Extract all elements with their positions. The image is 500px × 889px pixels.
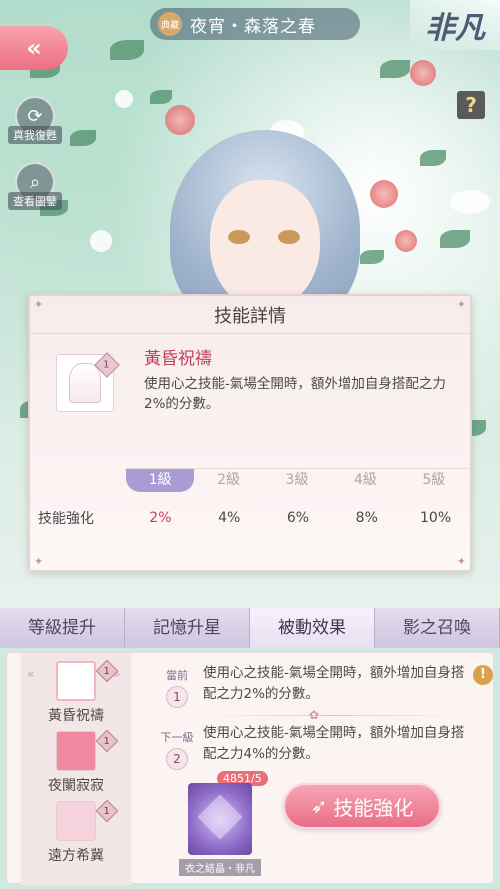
material-name: 衣之結晶・非凡 [179, 859, 261, 876]
next-effect-text: 使用心之技能-氣場全開時，額外增加自身搭配之力4%的分數。 [203, 725, 465, 762]
awaken-label: 真我復甦 [8, 126, 62, 144]
awaken-button[interactable]: ⟳ 真我復甦 [8, 96, 62, 144]
level-5-header: 5級 [422, 472, 446, 488]
level-1-value: 2% [149, 510, 172, 526]
back-button[interactable]: « [0, 26, 68, 70]
level-2-header: 2級 [217, 472, 241, 488]
arrow-up-icon: ➶ [310, 794, 328, 818]
current-level-tag: 當前 1 [157, 667, 197, 708]
flower-ornament-icon: ✿ [309, 708, 320, 722]
skill-item-distant-hope[interactable]: 1 遠方希冀 [21, 799, 131, 865]
rarity-label: 非凡 [410, 0, 500, 50]
collection-tag: 典藏 [158, 12, 182, 36]
skill-level-badge: 1 [95, 799, 119, 823]
level-4-value: 8% [355, 510, 378, 526]
tab-passive-effect[interactable]: 被動效果 [250, 608, 375, 648]
gown-icon [69, 363, 101, 403]
skill-description: 使用心之技能-氣場全開時，額外增加自身搭配之力2%的分數。 [144, 376, 446, 412]
popup-title-bar: ✦ 技能詳情 ✦ [30, 296, 470, 334]
outfit-title-bar: 典藏 夜宵・森落之春 [150, 8, 360, 40]
enhance-button-label: 技能強化 [333, 795, 414, 820]
gallery-button[interactable]: ⌕ 查看圖鑒 [8, 162, 62, 210]
skill-item-dusk-prayer[interactable]: 1 黃昏祝禱 [21, 659, 131, 725]
shoes-icon [56, 801, 96, 841]
level-1-header: 1級 [126, 469, 195, 492]
tab-level-up[interactable]: 等級提升 [0, 608, 125, 648]
material-item[interactable]: 4851/5 衣之結晶・非凡 [179, 771, 268, 877]
current-effect-text: 使用心之技能-氣場全開時，額外增加自身搭配之力2%的分數。 [203, 665, 465, 702]
tab-shadow-summon[interactable]: 影之召喚 [375, 608, 500, 648]
help-button[interactable]: ? [457, 91, 485, 119]
passive-effect-panel: « » 1 黃昏祝禱 1 夜闌寂寂 1 遠方希冀 當前 1 使用心之技能-氣場全… [6, 652, 494, 885]
tab-memory-star[interactable]: 記憶升星 [125, 608, 250, 648]
skill-level-badge: 1 [95, 659, 119, 683]
crystal-icon [188, 783, 252, 855]
skill-detail-popup: ✦ 技能詳情 ✦ 1 黃昏祝禱 使用心之技能-氣場全開時，額外增加自身搭配之力2… [28, 294, 472, 572]
skill-item-label: 夜闌寂寂 [48, 778, 104, 794]
level-3-header: 3級 [285, 472, 309, 488]
double-chevron-left-icon: « [26, 34, 42, 62]
level-5-value: 10% [420, 510, 452, 526]
current-level-number: 1 [166, 686, 188, 708]
level-4-header: 4級 [353, 472, 377, 488]
corner-ornament-icon: ✦ [456, 298, 466, 311]
popup-title: 技能詳情 [214, 305, 286, 327]
level-3-value: 6% [286, 510, 310, 526]
corner-ornament-icon: ✦ [34, 298, 44, 311]
skill-level-badge: 1 [94, 352, 120, 378]
skill-enhance-button[interactable]: ➶ 技能強化 [283, 783, 441, 829]
skill-enhance-row: 技能強化 2% 4% 6% 8% 10% [30, 508, 470, 528]
skill-level-badge: 1 [95, 729, 119, 753]
skill-item-label: 黃昏祝禱 [48, 708, 104, 724]
outfit-title: 夜宵・森落之春 [190, 16, 316, 37]
corner-ornament-icon: ✦ [34, 555, 44, 568]
skill-list: « » 1 黃昏祝禱 1 夜闌寂寂 1 遠方希冀 [21, 653, 131, 885]
next-level-tag: 下一級 2 [157, 729, 197, 770]
corner-ornament-icon: ✦ [456, 555, 466, 568]
tab-bar: 等級提升 記憶升星 被動效果 影之召喚 [0, 608, 500, 648]
skill-item-silent-night[interactable]: 1 夜闌寂寂 [21, 729, 131, 795]
info-icon[interactable]: ! [473, 665, 493, 685]
skill-name: 黃昏祝禱 [144, 349, 212, 369]
divider [203, 715, 465, 716]
skill-item-label: 遠方希冀 [48, 848, 104, 864]
level-2-value: 4% [218, 510, 241, 526]
row-label: 技能強化 [38, 511, 94, 527]
gown-icon [56, 661, 96, 701]
level-header-row: 1級 2級 3級 4級 5級 [126, 468, 468, 492]
hair-icon [56, 731, 96, 771]
next-level-number: 2 [166, 748, 188, 770]
gallery-label: 查看圖鑒 [8, 192, 62, 210]
